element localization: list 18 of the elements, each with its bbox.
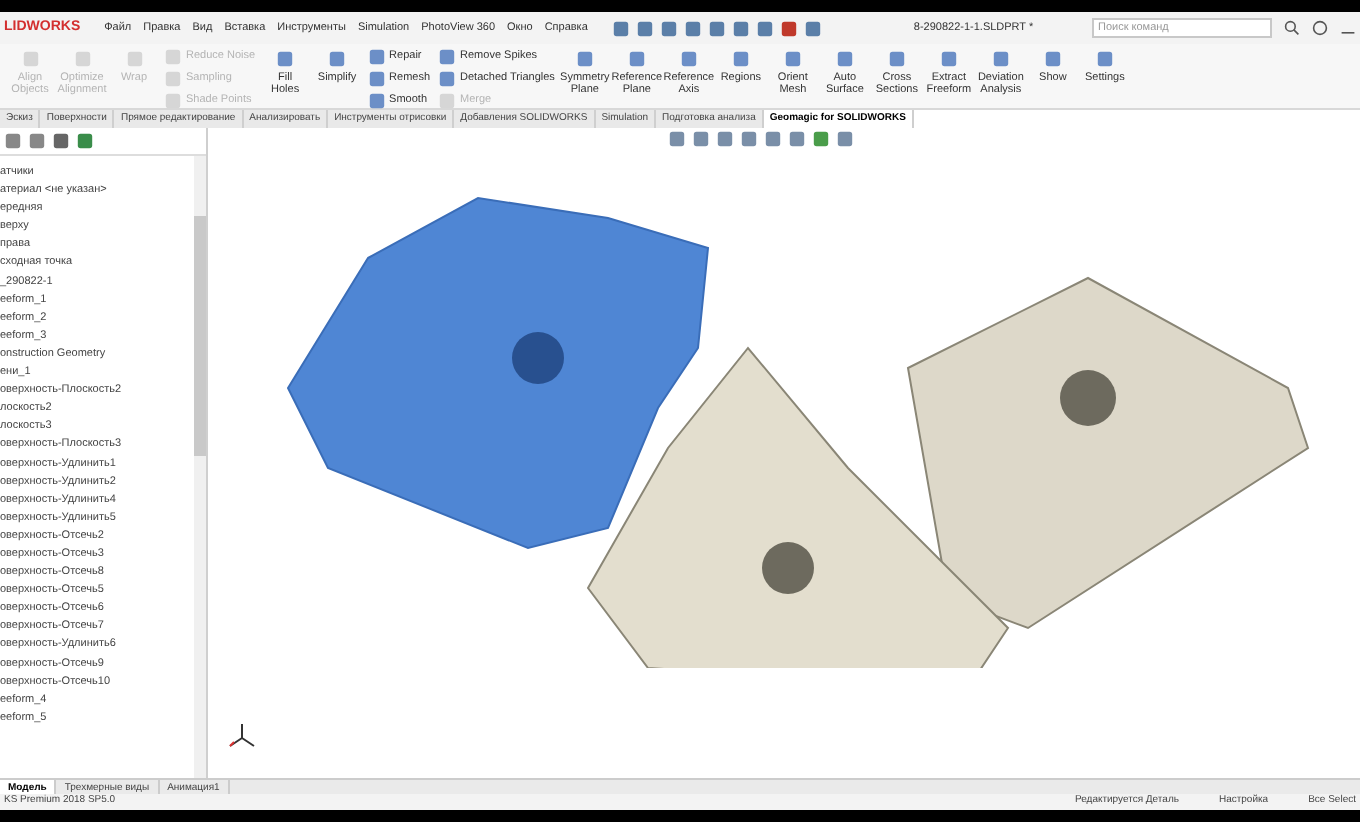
- tool-icon: [1043, 50, 1062, 68]
- search-icon[interactable]: [1284, 20, 1300, 36]
- tool-icon: [276, 50, 295, 68]
- tool-icon: [1095, 50, 1114, 68]
- tool-icon: [328, 50, 347, 68]
- tool-icon: [627, 50, 646, 68]
- tool-icon: [887, 50, 906, 68]
- axis-triad-icon: [228, 722, 256, 750]
- tool-icon: [731, 50, 750, 68]
- tool-icon: [835, 50, 854, 68]
- tool-icon: [679, 50, 698, 68]
- tool-icon: [575, 50, 594, 68]
- tool-icon: [21, 50, 39, 68]
- tool-icon: [991, 50, 1010, 68]
- tool-icon: [939, 50, 958, 68]
- tool-icon: [73, 50, 91, 68]
- tool-icon: [125, 50, 143, 68]
- tool-icon: [783, 50, 802, 68]
